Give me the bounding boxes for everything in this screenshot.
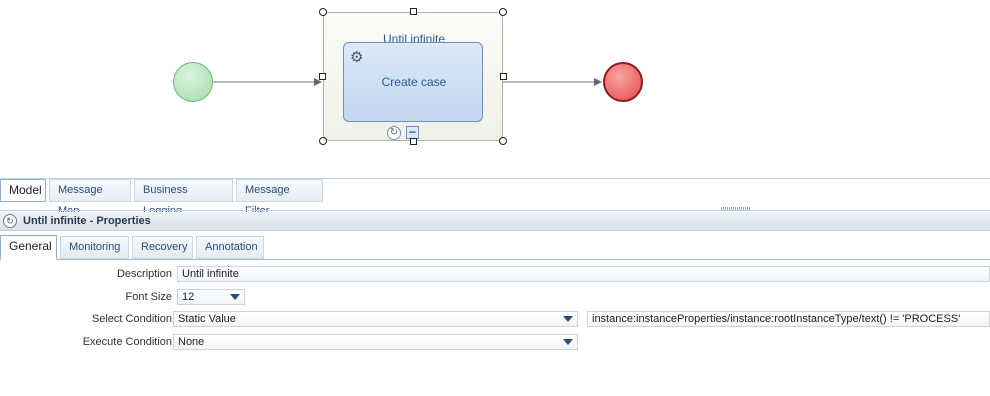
properties-title: Until infinite - Properties bbox=[23, 215, 151, 227]
loop-properties-icon: ↻ bbox=[3, 214, 17, 228]
execute-condition-label: Execute Condition bbox=[82, 336, 172, 348]
tab-business-logging[interactable]: Business Logging bbox=[134, 179, 233, 217]
tab-monitoring[interactable]: Monitoring bbox=[60, 236, 129, 259]
properties-header: ↻ Until infinite - Properties bbox=[0, 212, 990, 231]
gear-icon: ⚙ bbox=[350, 49, 364, 66]
execute-condition-select[interactable]: None bbox=[173, 334, 578, 350]
splitter-grip[interactable] bbox=[721, 207, 751, 210]
resize-handle-bottom[interactable] bbox=[410, 138, 417, 145]
execute-condition-value: None bbox=[178, 336, 205, 348]
resize-handle-bottom-right[interactable] bbox=[499, 137, 507, 145]
editor-tab-bar: Model Message Map Business Logging Messa… bbox=[0, 178, 990, 217]
description-label: Description bbox=[116, 268, 172, 280]
resize-handle-left[interactable] bbox=[319, 73, 326, 80]
font-size-label: Font Size bbox=[125, 291, 172, 303]
start-event[interactable] bbox=[173, 62, 213, 102]
loop-marker-icon: ↻ bbox=[387, 126, 401, 140]
panel-divider bbox=[0, 210, 990, 211]
tab-message-map[interactable]: Message Map bbox=[49, 179, 131, 217]
resize-handle-right[interactable] bbox=[500, 73, 507, 80]
tab-model[interactable]: Model bbox=[0, 179, 46, 202]
process-canvas[interactable]: Until infinite Create case ⚙ ↻ − bbox=[0, 0, 990, 176]
chevron-down-icon bbox=[230, 294, 240, 300]
resize-handle-bottom-left[interactable] bbox=[319, 137, 327, 145]
font-size-select[interactable]: 12 bbox=[177, 289, 245, 305]
select-condition-value: Static Value bbox=[178, 313, 236, 325]
end-event[interactable] bbox=[603, 62, 643, 102]
chevron-down-icon bbox=[563, 316, 573, 322]
font-size-value: 12 bbox=[182, 291, 195, 303]
tab-recovery[interactable]: Recovery bbox=[132, 236, 193, 259]
resize-handle-top[interactable] bbox=[410, 8, 417, 15]
task-label: Create case bbox=[381, 75, 447, 89]
properties-tab-bar: General Monitoring Recovery Annotation bbox=[0, 235, 990, 260]
select-condition-select[interactable]: Static Value bbox=[173, 311, 578, 327]
tab-message-filter[interactable]: Message Filter bbox=[236, 179, 323, 217]
select-condition-expression-field[interactable]: instance:instanceProperties/instance:roo… bbox=[587, 311, 990, 327]
tab-annotation[interactable]: Annotation bbox=[196, 236, 264, 259]
resize-handle-top-right[interactable] bbox=[499, 8, 507, 16]
resize-handle-top-left[interactable] bbox=[319, 8, 327, 16]
select-condition-label: Select Condition bbox=[91, 313, 172, 325]
chevron-down-icon bbox=[563, 339, 573, 345]
description-field[interactable]: Until infinite bbox=[177, 266, 990, 282]
tab-general[interactable]: General bbox=[0, 235, 57, 260]
